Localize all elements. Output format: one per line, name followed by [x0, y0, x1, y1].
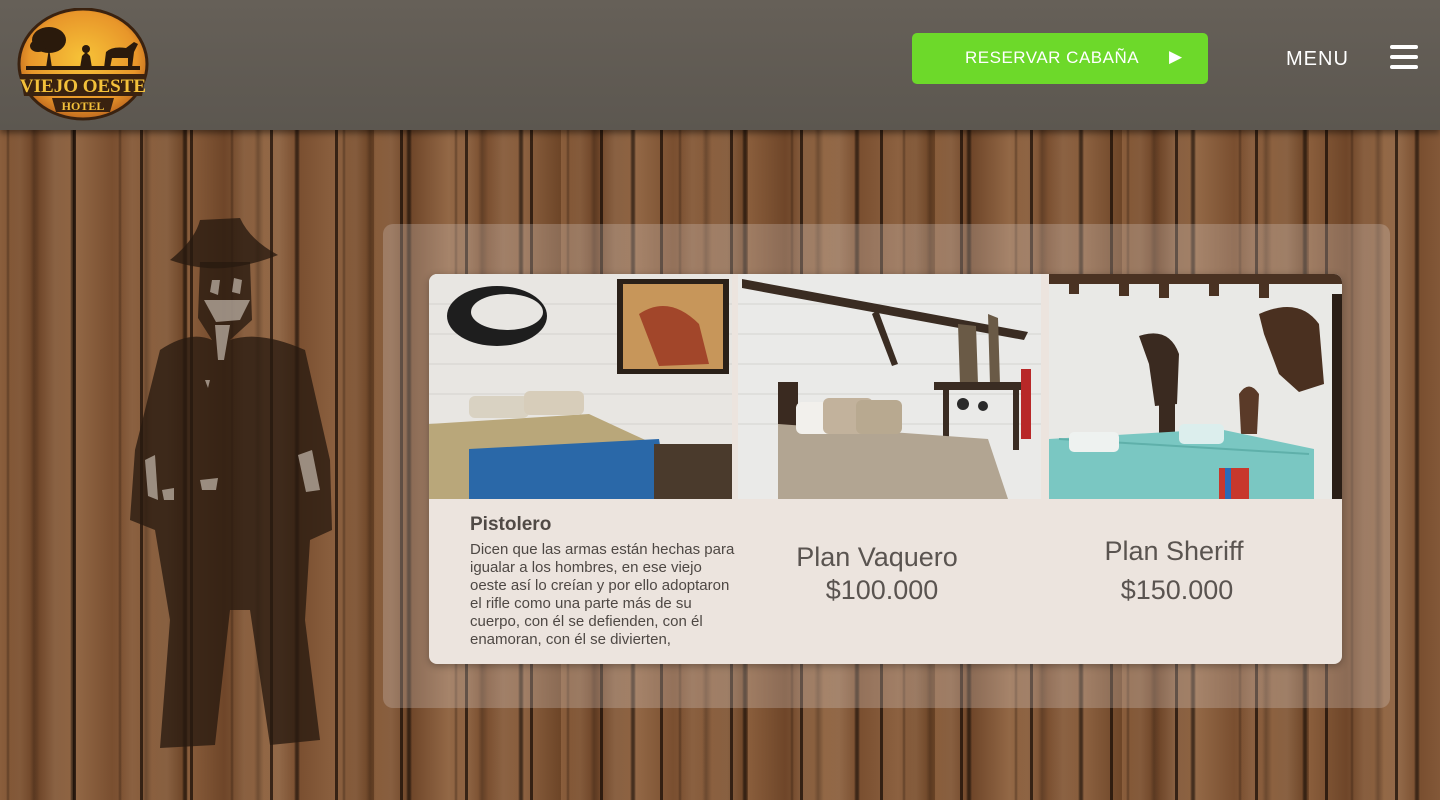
site-header: VIEJO OESTE HOTEL RESERVAR CABAÑA ▶ MENU	[0, 0, 1440, 130]
vaquero-plan-price: $100.000	[825, 575, 939, 605]
plank-seam	[1395, 130, 1398, 800]
pistolero-description: Dicen que las armas están hechas para ig…	[470, 541, 735, 648]
sheriff-plan-price: $150.000	[1120, 575, 1234, 605]
sheriff-room-photo[interactable]	[1049, 274, 1342, 499]
pistolero-title: Pistolero	[470, 514, 552, 535]
play-arrow-icon: ▶	[1169, 47, 1183, 67]
reserve-cabin-label: RESERVAR CABAÑA	[965, 48, 1140, 67]
plank-seam	[73, 130, 76, 800]
sheriff-plan-name[interactable]: Plan Sheriff	[1069, 536, 1279, 567]
plans-card: Pistolero Dicen que las armas están hech…	[429, 274, 1342, 664]
hamburger-icon[interactable]	[1390, 45, 1418, 69]
reserve-cabin-button[interactable]: RESERVAR CABAÑA ▶	[912, 33, 1208, 84]
logo-line1: VIEJO OESTE	[20, 76, 146, 97]
logo-emblem-icon: VIEJO OESTE HOTEL	[17, 7, 149, 121]
cowboy-silhouette	[100, 200, 360, 770]
vaquero-room-photo[interactable]	[738, 274, 1041, 499]
vaquero-plan-name[interactable]: Plan Vaquero	[772, 542, 982, 573]
logo-line2: HOTEL	[62, 99, 105, 113]
pistolero-room-photo[interactable]	[429, 274, 732, 499]
menu-label[interactable]: MENU	[1286, 48, 1349, 71]
hotel-logo[interactable]: VIEJO OESTE HOTEL	[16, 7, 150, 124]
